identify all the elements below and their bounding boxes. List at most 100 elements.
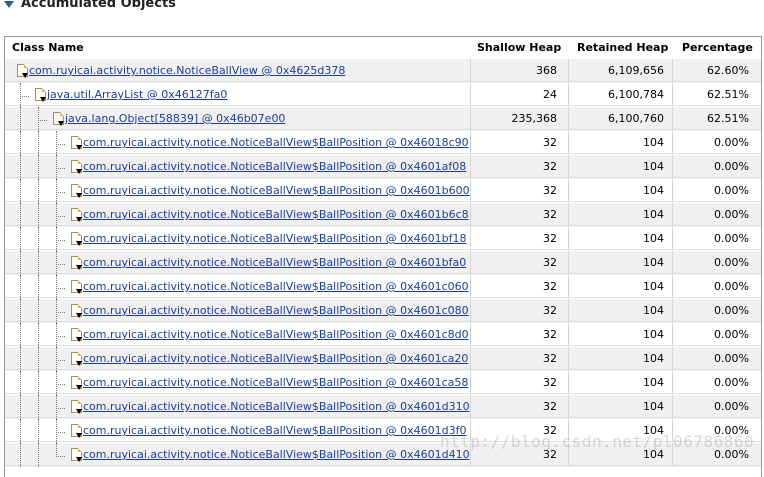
class-name-cell: com.ruyicai.activity.notice.NoticeBallVi… xyxy=(5,395,471,419)
percentage-cell: 62.51% xyxy=(673,83,761,106)
object-link[interactable]: com.ruyicai.activity.notice.NoticeBallVi… xyxy=(83,227,466,250)
collapse-triangle-icon[interactable] xyxy=(4,0,14,8)
class-name-cell: com.ruyicai.activity.notice.NoticeBallVi… xyxy=(5,179,471,203)
object-link[interactable]: com.ruyicai.activity.notice.NoticeBallVi… xyxy=(83,347,468,370)
retained-heap-cell: 104 xyxy=(569,395,673,418)
table-row[interactable]: com.ruyicai.activity.notice.NoticeBallVi… xyxy=(5,443,761,467)
percentage-cell: 0.00% xyxy=(673,203,761,226)
table-row[interactable]: com.ruyicai.activity.notice.NoticeBallVi… xyxy=(5,227,761,251)
percentage-cell: 0.00% xyxy=(673,347,761,370)
percentage-cell: 62.51% xyxy=(673,107,761,130)
section-header[interactable]: Accumulated Objects xyxy=(0,0,176,13)
retained-heap-cell: 104 xyxy=(569,419,673,442)
object-link[interactable]: com.ruyicai.activity.notice.NoticeBallVi… xyxy=(83,131,469,154)
object-link[interactable]: com.ruyicai.activity.notice.NoticeBallVi… xyxy=(83,251,466,274)
retained-heap-cell: 6,109,656 xyxy=(569,59,673,82)
object-link[interactable]: com.ruyicai.activity.notice.NoticeBallVi… xyxy=(83,371,468,394)
object-link[interactable]: com.ruyicai.activity.notice.NoticeBallVi… xyxy=(83,275,469,298)
retained-heap-cell: 104 xyxy=(569,323,673,346)
class-name-cell: com.ruyicai.activity.notice.NoticeBallVi… xyxy=(5,155,471,179)
object-link[interactable]: com.ruyicai.activity.notice.NoticeBallVi… xyxy=(83,299,469,322)
table-row[interactable]: com.ruyicai.activity.notice.NoticeBallVi… xyxy=(5,203,761,227)
column-header-shallow-heap[interactable]: Shallow Heap xyxy=(477,37,561,59)
object-link[interactable]: java.lang.Object[58839] @ 0x46b07e00 xyxy=(65,107,285,130)
shallow-heap-cell: 368 xyxy=(471,59,569,82)
table-row[interactable]: java.util.ArrayList @ 0x46127fa0 24 6,100,… xyxy=(5,83,761,107)
table-row[interactable]: com.ruyicai.activity.notice.NoticeBallVi… xyxy=(5,155,761,179)
class-file-icon xyxy=(71,304,82,317)
object-link[interactable]: com.ruyicai.activity.notice.NoticeBallVi… xyxy=(83,443,470,466)
shallow-heap-cell: 32 xyxy=(471,275,569,298)
table-row[interactable]: java.lang.Object[58839] @ 0x46b07e00 235,… xyxy=(5,107,761,131)
column-header-percentage[interactable]: Percentage xyxy=(682,37,753,59)
table-body: com.ruyicai.activity.notice.NoticeBallVi… xyxy=(5,59,761,467)
retained-heap-cell: 104 xyxy=(569,443,673,466)
object-link[interactable]: java.util.ArrayList @ 0x46127fa0 xyxy=(47,83,227,106)
shallow-heap-cell: 32 xyxy=(471,395,569,418)
class-name-cell: com.ruyicai.activity.notice.NoticeBallVi… xyxy=(5,227,471,251)
table-row[interactable]: com.ruyicai.activity.notice.NoticeBallVi… xyxy=(5,251,761,275)
table-row[interactable]: com.ruyicai.activity.notice.NoticeBallVi… xyxy=(5,179,761,203)
class-file-icon xyxy=(71,256,82,269)
shallow-heap-cell: 32 xyxy=(471,323,569,346)
object-link[interactable]: com.ruyicai.activity.notice.NoticeBallVi… xyxy=(29,59,345,82)
table-row[interactable]: com.ruyicai.activity.notice.NoticeBallVi… xyxy=(5,347,761,371)
class-name-cell: com.ruyicai.activity.notice.NoticeBallVi… xyxy=(5,443,471,467)
table-row[interactable]: com.ruyicai.activity.notice.NoticeBallVi… xyxy=(5,371,761,395)
shallow-heap-cell: 32 xyxy=(471,179,569,202)
class-name-cell: com.ruyicai.activity.notice.NoticeBallVi… xyxy=(5,131,471,155)
table-row[interactable]: com.ruyicai.activity.notice.NoticeBallVi… xyxy=(5,323,761,347)
class-name-cell: com.ruyicai.activity.notice.NoticeBallVi… xyxy=(5,347,471,371)
table-row[interactable]: com.ruyicai.activity.notice.NoticeBallVi… xyxy=(5,419,761,443)
percentage-cell: 0.00% xyxy=(673,323,761,346)
class-file-icon xyxy=(71,136,82,149)
percentage-cell: 0.00% xyxy=(673,131,761,154)
table-row[interactable]: com.ruyicai.activity.notice.NoticeBallVi… xyxy=(5,275,761,299)
shallow-heap-cell: 32 xyxy=(471,347,569,370)
class-name-cell: com.ruyicai.activity.notice.NoticeBallVi… xyxy=(5,323,471,347)
column-header-class-name[interactable]: Class Name xyxy=(12,37,84,59)
table-row[interactable]: com.ruyicai.activity.notice.NoticeBallVi… xyxy=(5,299,761,323)
table-row[interactable]: com.ruyicai.activity.notice.NoticeBallVi… xyxy=(5,395,761,419)
object-link[interactable]: com.ruyicai.activity.notice.NoticeBallVi… xyxy=(83,155,466,178)
object-link[interactable]: com.ruyicai.activity.notice.NoticeBallVi… xyxy=(83,179,470,202)
shallow-heap-cell: 24 xyxy=(471,83,569,106)
class-file-icon xyxy=(71,400,82,413)
retained-heap-cell: 6,100,784 xyxy=(569,83,673,106)
class-name-cell: java.lang.Object[58839] @ 0x46b07e00 xyxy=(5,107,471,131)
retained-heap-cell: 104 xyxy=(569,275,673,298)
table-row[interactable]: com.ruyicai.activity.notice.NoticeBallVi… xyxy=(5,131,761,155)
class-name-cell: com.ruyicai.activity.notice.NoticeBallVi… xyxy=(5,419,471,443)
shallow-heap-cell: 32 xyxy=(471,299,569,322)
column-header-retained-heap[interactable]: Retained Heap xyxy=(577,37,668,59)
object-link[interactable]: com.ruyicai.activity.notice.NoticeBallVi… xyxy=(83,395,470,418)
shallow-heap-cell: 32 xyxy=(471,443,569,466)
class-name-cell: java.util.ArrayList @ 0x46127fa0 xyxy=(5,83,471,107)
retained-heap-cell: 104 xyxy=(569,299,673,322)
shallow-heap-cell: 32 xyxy=(471,419,569,442)
class-file-icon xyxy=(71,232,82,245)
table-row[interactable]: com.ruyicai.activity.notice.NoticeBallVi… xyxy=(5,59,761,83)
class-name-cell: com.ruyicai.activity.notice.NoticeBallVi… xyxy=(5,299,471,323)
object-link[interactable]: com.ruyicai.activity.notice.NoticeBallVi… xyxy=(83,203,469,226)
percentage-cell: 0.00% xyxy=(673,251,761,274)
retained-heap-cell: 6,100,760 xyxy=(569,107,673,130)
object-link[interactable]: com.ruyicai.activity.notice.NoticeBallVi… xyxy=(83,323,469,346)
percentage-cell: 0.00% xyxy=(673,299,761,322)
class-file-icon xyxy=(71,160,82,173)
retained-heap-cell: 104 xyxy=(569,179,673,202)
class-file-icon xyxy=(17,64,28,77)
shallow-heap-cell: 32 xyxy=(471,155,569,178)
retained-heap-cell: 104 xyxy=(569,155,673,178)
class-name-cell: com.ruyicai.activity.notice.NoticeBallVi… xyxy=(5,251,471,275)
object-link[interactable]: com.ruyicai.activity.notice.NoticeBallVi… xyxy=(83,419,466,442)
class-name-cell: com.ruyicai.activity.notice.NoticeBallVi… xyxy=(5,371,471,395)
percentage-cell: 0.00% xyxy=(673,395,761,418)
shallow-heap-cell: 32 xyxy=(471,203,569,226)
shallow-heap-cell: 32 xyxy=(471,251,569,274)
accumulated-objects-table: Class Name Shallow Heap Retained Heap Pe… xyxy=(4,36,762,477)
retained-heap-cell: 104 xyxy=(569,251,673,274)
class-file-icon xyxy=(71,208,82,221)
class-name-cell: com.ruyicai.activity.notice.NoticeBallVi… xyxy=(5,59,471,82)
class-file-icon xyxy=(53,112,64,125)
